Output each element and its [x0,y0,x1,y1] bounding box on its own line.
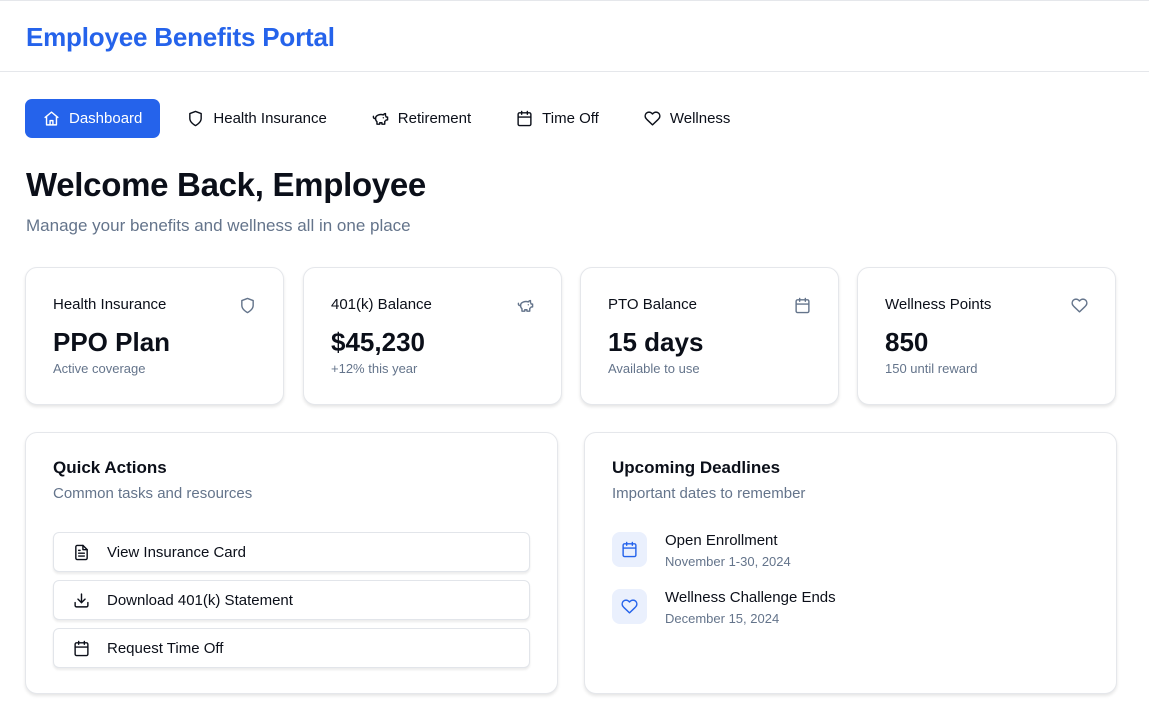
shield-icon [239,297,256,314]
stat-subtext: 150 until reward [885,361,978,376]
deadline-item: Open Enrollment November 1-30, 2024 [612,532,1092,572]
calendar-icon [612,532,647,567]
calendar-icon [794,297,811,314]
piggy-bank-icon [517,297,534,314]
panel-title: Upcoming Deadlines [612,458,781,477]
deadline-title: Wellness Challenge Ends [665,589,836,606]
page-subtitle: Manage your benefits and wellness all in… [26,216,411,235]
deadline-date: December 15, 2024 [665,611,780,626]
heart-icon [644,110,661,127]
stat-value: 850 [885,327,929,357]
main-nav: Dashboard Health Insurance Retirement Ti… [25,99,757,138]
piggy-bank-icon [372,110,389,127]
heart-icon [1071,297,1088,314]
deadline-title: Open Enrollment [665,532,778,549]
stat-value: $45,230 [331,327,425,357]
stat-subtext: Active coverage [53,361,146,376]
stat-label: Health Insurance [53,296,167,313]
download-401k-statement-button[interactable]: Download 401(k) Statement [53,580,530,620]
panel-subtitle: Important dates to remember [612,485,806,502]
deadline-date: November 1-30, 2024 [665,554,791,569]
nav-item-label: Health Insurance [213,110,327,127]
nav-item-time-off[interactable]: Time Off [498,99,617,138]
home-icon [43,110,60,127]
file-text-icon [73,544,90,561]
nav-item-dashboard[interactable]: Dashboard [25,99,161,138]
quick-actions-panel: Quick Actions Common tasks and resources… [25,432,558,694]
calendar-icon [73,640,90,657]
stat-card-401k-balance: 401(k) Balance $45,230 +12% this year [303,267,562,405]
app-title: Employee Benefits Portal [26,22,335,52]
request-time-off-button[interactable]: Request Time Off [53,628,530,668]
view-insurance-card-button[interactable]: View Insurance Card [53,532,530,572]
stat-card-wellness-points: Wellness Points 850 150 until reward [857,267,1116,405]
heart-icon [612,589,647,624]
stat-label: Wellness Points [885,296,992,313]
download-icon [73,592,90,609]
panel-subtitle: Common tasks and resources [53,485,253,502]
app-header: Employee Benefits Portal [0,0,1149,72]
stat-label: PTO Balance [608,296,697,313]
stat-card-pto-balance: PTO Balance 15 days Available to use [580,267,839,405]
nav-item-label: Retirement [397,110,472,127]
button-label: Request Time Off [107,639,224,657]
stat-subtext: Available to use [608,361,700,376]
stat-value: 15 days [608,327,704,357]
nav-item-label: Time Off [542,110,599,127]
nav-item-label: Dashboard [69,110,143,127]
stat-label: 401(k) Balance [331,296,432,313]
page-title: Welcome Back, Employee [26,166,426,203]
shield-icon [187,110,204,127]
nav-item-label: Wellness [669,110,731,127]
nav-item-retirement[interactable]: Retirement [354,99,489,138]
nav-item-health-insurance[interactable]: Health Insurance [169,99,344,138]
button-label: View Insurance Card [107,543,246,561]
nav-item-wellness[interactable]: Wellness [626,99,749,138]
stat-subtext: +12% this year [331,361,418,376]
upcoming-deadlines-panel: Upcoming Deadlines Important dates to re… [584,432,1117,694]
calendar-icon [516,110,533,127]
button-label: Download 401(k) Statement [107,591,293,609]
stat-value: PPO Plan [53,327,171,357]
deadline-item: Wellness Challenge Ends December 15, 202… [612,589,1092,629]
panel-title: Quick Actions [53,458,167,477]
stat-card-health-insurance: Health Insurance PPO Plan Active coverag… [25,267,284,405]
